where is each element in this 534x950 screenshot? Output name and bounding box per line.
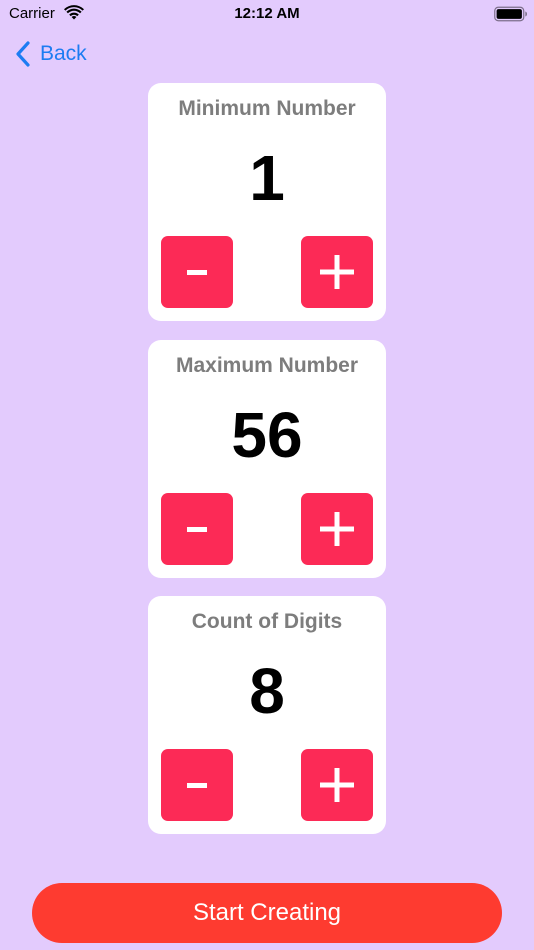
maximum-number-card: Maximum Number 56 (148, 340, 386, 578)
plus-icon (320, 512, 354, 546)
maximum-number-value: 56 (231, 399, 303, 471)
minus-icon (187, 270, 207, 275)
back-label: Back (40, 42, 87, 65)
minus-icon (187, 783, 207, 788)
maximum-decrement-button[interactable] (161, 493, 233, 565)
count-of-digits-value: 8 (249, 655, 285, 727)
plus-icon (320, 768, 354, 802)
battery-full-icon (494, 6, 528, 22)
minimum-number-card: Minimum Number 1 (148, 83, 386, 321)
chevron-left-icon (14, 40, 32, 68)
digits-decrement-button[interactable] (161, 749, 233, 821)
start-creating-button[interactable]: Start Creating (32, 883, 502, 943)
minimum-number-value: 1 (249, 142, 285, 214)
minimum-increment-button[interactable] (301, 236, 373, 308)
minimum-number-title: Minimum Number (178, 97, 356, 120)
status-bar: Carrier 12:12 AM (0, 0, 534, 28)
count-of-digits-title: Count of Digits (191, 610, 343, 633)
status-time: 12:12 AM (234, 5, 300, 22)
maximum-increment-button[interactable] (301, 493, 373, 565)
minus-icon (187, 527, 207, 532)
digits-increment-button[interactable] (301, 749, 373, 821)
minimum-decrement-button[interactable] (161, 236, 233, 308)
maximum-number-title: Maximum Number (175, 354, 359, 377)
back-button[interactable]: Back (14, 38, 87, 70)
plus-icon (320, 255, 354, 289)
count-of-digits-card: Count of Digits 8 (148, 596, 386, 834)
